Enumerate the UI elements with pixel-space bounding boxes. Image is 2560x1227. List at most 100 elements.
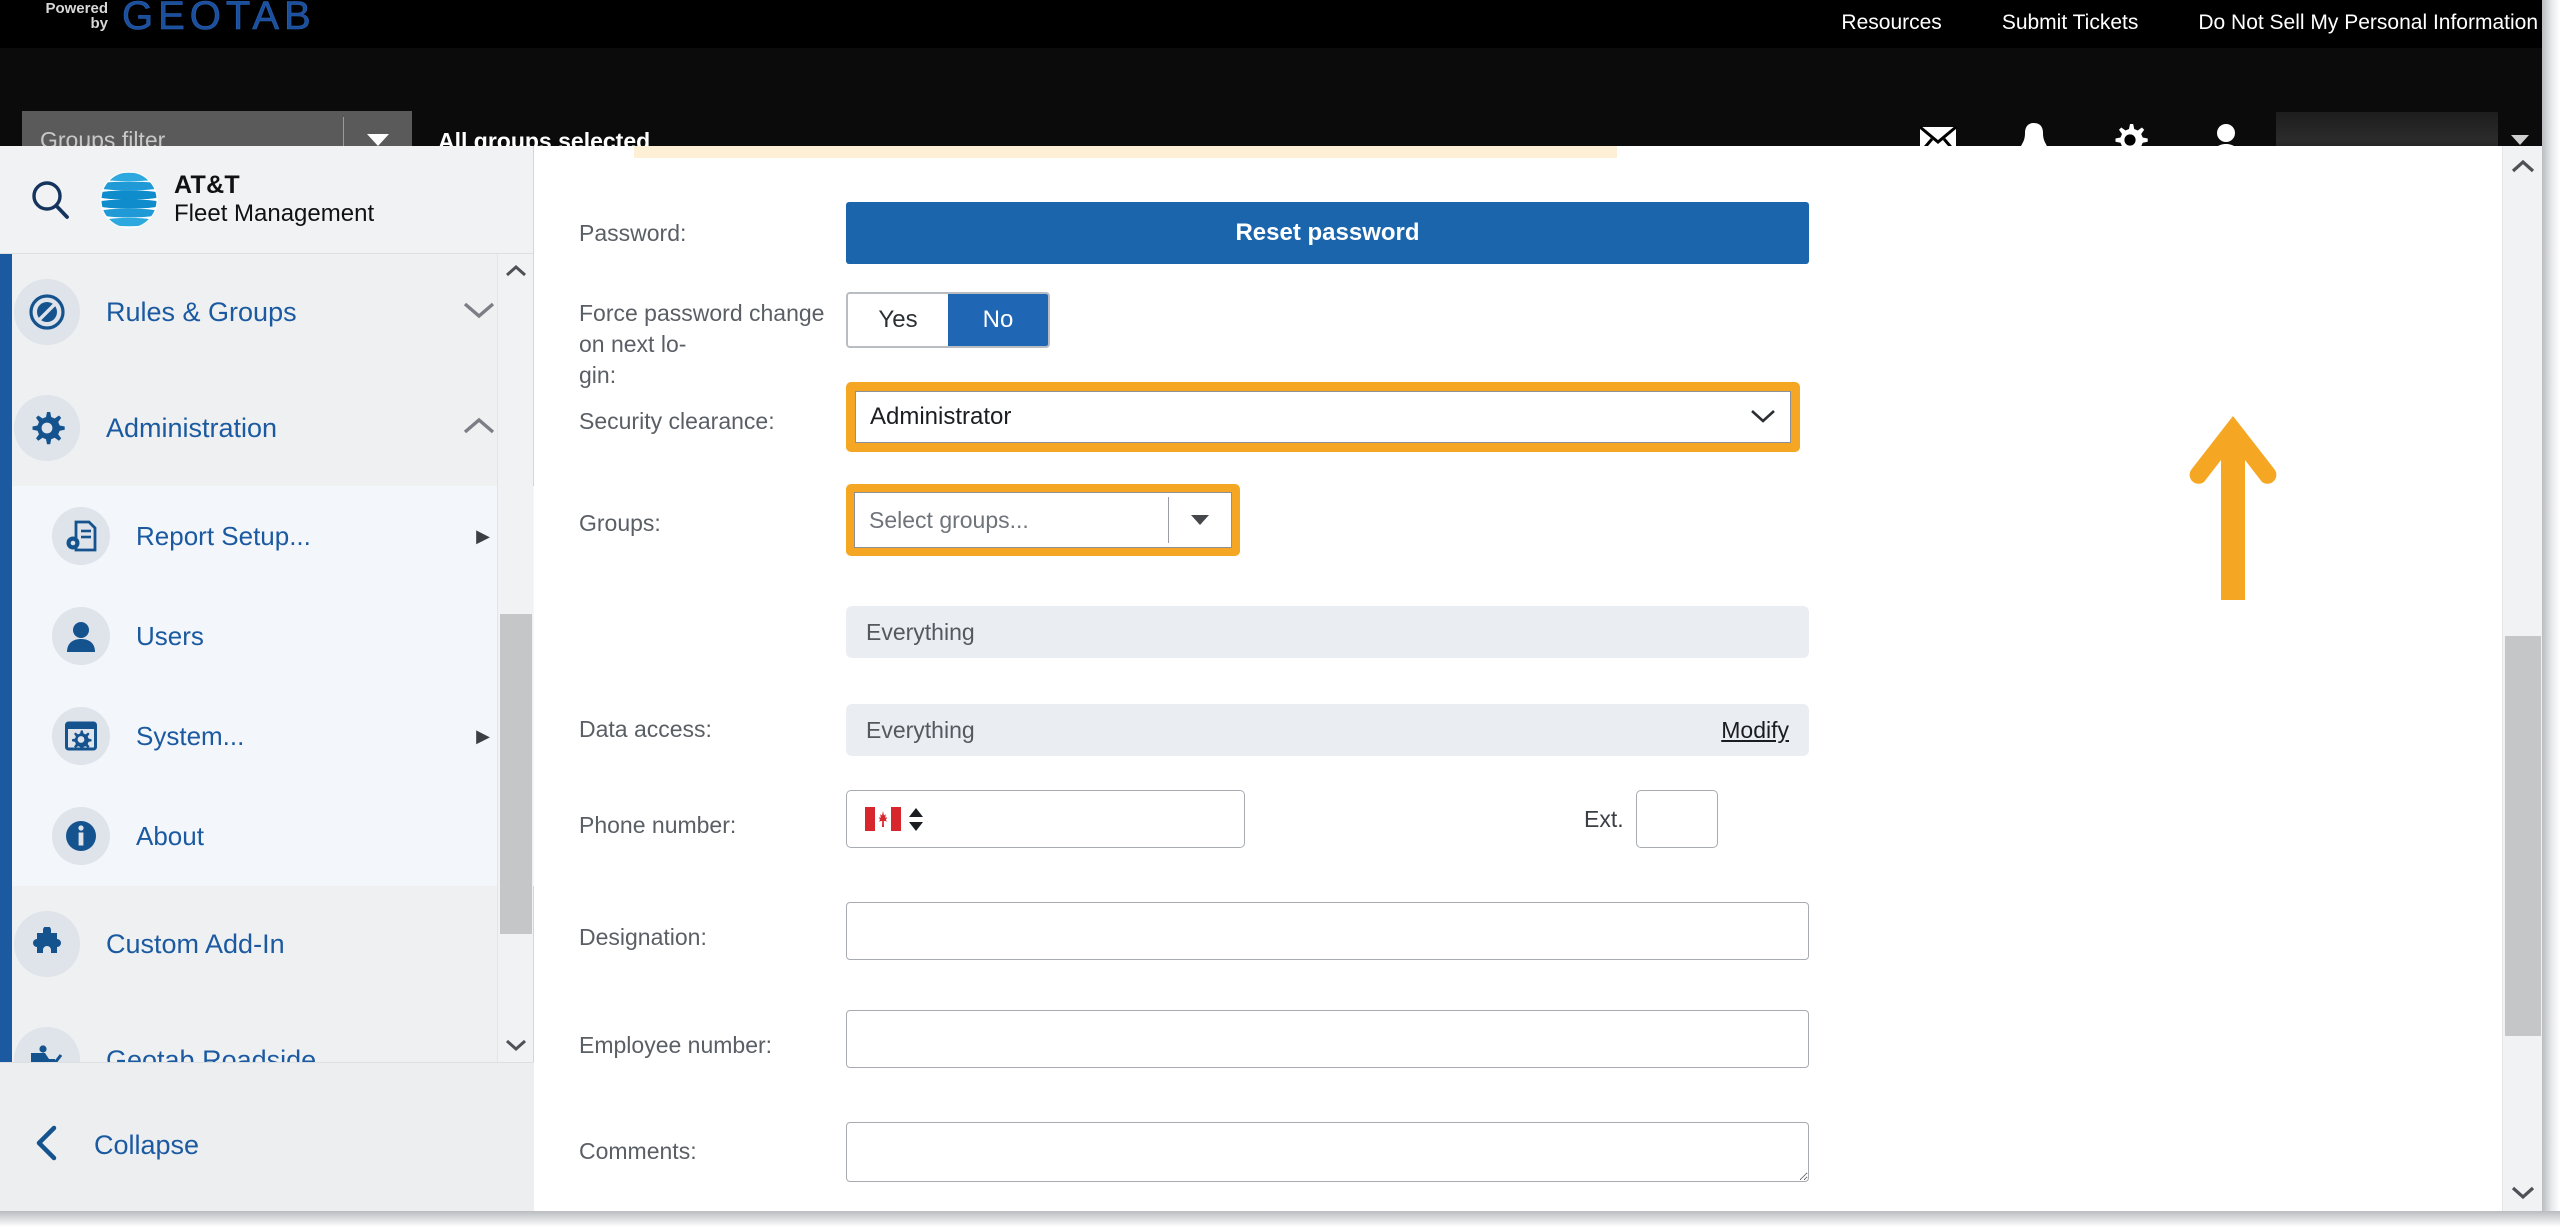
password-label: Password: (579, 220, 687, 246)
data-access-pill: Everything Modify (846, 704, 1809, 756)
data-access-value: Everything (866, 716, 975, 743)
report-setup-icon (52, 507, 110, 565)
form-row-force-password-change: Force password change on next lo- gin: Y… (535, 262, 2498, 388)
groups-placeholder: Select groups... (869, 506, 1029, 533)
info-icon (52, 807, 110, 865)
chevron-left-icon (34, 1125, 60, 1166)
app-window: Powered by GEOTAB Resources Submit Ticke… (0, 0, 2560, 1227)
force-password-change-toggle[interactable]: Yes No (846, 292, 1050, 348)
canada-flag-icon[interactable] (865, 807, 901, 831)
phone-number-input[interactable] (846, 790, 1245, 848)
security-clearance-label: Security clearance: (579, 408, 775, 434)
reset-password-button[interactable]: Reset password (846, 202, 1809, 264)
data-access-label: Data access: (579, 716, 712, 742)
security-clearance-highlight: Administrator (846, 382, 1800, 452)
sidebar-item-rules-groups[interactable]: Rules & Groups (0, 254, 534, 370)
nav-do-not-sell[interactable]: Do Not Sell My Personal Information (2198, 11, 2538, 35)
ext-input[interactable] (1636, 790, 1718, 848)
employee-number-label: Employee number: (579, 1032, 773, 1058)
groups-highlight: Select groups... (846, 484, 1240, 556)
chevron-right-icon[interactable]: ▶ (476, 526, 490, 547)
phone-number-label: Phone number: (579, 812, 737, 838)
sidebar-scrollbar-thumb[interactable] (500, 614, 532, 934)
top-bar: Powered by GEOTAB Resources Submit Ticke… (0, 0, 2560, 48)
toggle-option-yes[interactable]: Yes (848, 294, 948, 346)
search-icon[interactable] (0, 178, 100, 222)
sidebar-item-users[interactable]: Users (0, 586, 534, 686)
designation-input[interactable] (846, 902, 1809, 960)
sidebar-item-custom-add-in[interactable]: Custom Add-In (0, 886, 534, 1002)
geotab-logo: GEOTAB (122, 0, 316, 38)
sidebar-item-label: About (136, 820, 204, 851)
sub-bar: Groups filter All groups selected (0, 48, 2560, 169)
sidebar-item-administration[interactable]: Administration (0, 370, 534, 486)
country-selector-stepper[interactable] (909, 807, 923, 831)
sidebar-item-report-setup[interactable]: Report Setup... ▶ (0, 486, 534, 586)
system-icon (52, 707, 110, 765)
form-row-comments: Comments: (535, 1114, 2498, 1204)
comments-label: Comments: (579, 1138, 697, 1164)
form-row-password: Password: Reset password (535, 146, 2498, 264)
scroll-down-icon[interactable] (2503, 1172, 2543, 1212)
sidebar-subnav-administration: Report Setup... ▶ Users System... ▶ Abou… (0, 254, 534, 1062)
sidebar-header: AT&T Fleet Management (0, 146, 533, 254)
powered-by-line2: by (90, 15, 108, 32)
sidebar-item-geotab-roadside[interactable]: Geotab Roadside (0, 1002, 534, 1062)
rules-icon (14, 279, 80, 345)
sidebar-item-about[interactable]: About (0, 786, 534, 886)
sidebar-item-label: Administration (106, 412, 278, 443)
employee-number-input[interactable] (846, 1010, 1809, 1068)
att-logo-text: AT&T Fleet Management (174, 171, 374, 227)
powered-by-text: Powered by (30, 1, 108, 31)
tow-truck-icon (14, 1027, 80, 1062)
sidebar-item-system[interactable]: System... ▶ (0, 686, 534, 786)
chevron-up-icon[interactable] (462, 416, 496, 441)
att-fleet-management-logo: AT&T Fleet Management (100, 171, 374, 229)
collapse-label: Collapse (94, 1129, 200, 1160)
sidebar-item-label: Custom Add-In (106, 928, 285, 959)
toggle-option-no[interactable]: No (948, 294, 1048, 346)
window-edge-right (2542, 0, 2560, 1227)
chevron-down-icon[interactable] (462, 300, 496, 325)
sidebar-item-label: Users (136, 620, 204, 651)
sidebar-collapse-button[interactable]: Collapse (0, 1062, 534, 1227)
comments-textarea[interactable] (846, 1122, 1809, 1182)
security-clearance-select[interactable]: Administrator (855, 391, 1791, 443)
sidebar-item-label: Rules & Groups (106, 296, 297, 327)
page-scrollbar[interactable] (2502, 146, 2542, 1212)
powered-by-line1: Powered (45, 0, 108, 17)
security-clearance-value: Administrator (870, 403, 1012, 430)
groups-select[interactable]: Select groups... (854, 492, 1232, 548)
gear-icon (14, 395, 80, 461)
top-nav: Resources Submit Tickets Do Not Sell My … (1841, 8, 2538, 38)
ext-label: Ext. (1584, 806, 1624, 832)
window-edge-bottom (0, 1211, 2560, 1227)
main-content: Password: Reset password Force password … (535, 146, 2498, 1212)
groups-selected-value: Everything (866, 618, 975, 645)
chevron-down-icon[interactable] (1169, 493, 1231, 547)
page-scrollbar-thumb[interactable] (2505, 636, 2541, 1036)
chevron-down-icon[interactable] (1750, 403, 1776, 431)
sidebar-nav-list: Rules & Groups Administration Report Set… (0, 254, 534, 1062)
att-logo-line2: Fleet Management (174, 200, 375, 228)
nav-submit-tickets[interactable]: Submit Tickets (2002, 11, 2139, 35)
scroll-up-icon[interactable] (498, 254, 534, 288)
designation-label: Designation: (579, 924, 707, 950)
chevron-right-icon[interactable]: ▶ (476, 726, 490, 747)
scroll-down-icon[interactable] (498, 1028, 534, 1062)
up-arrow-annotation (2185, 408, 2281, 613)
puzzle-icon (14, 911, 80, 977)
form-row-employee-number: Employee number: (535, 1008, 2498, 1114)
form-row-data-access: Data access: Everything Modify (535, 682, 2498, 790)
force-password-change-label-line1: Force password change on next lo- (579, 300, 825, 357)
sidebar: AT&T Fleet Management Rules & Groups Adm… (0, 146, 534, 1227)
sidebar-item-label: System... (136, 720, 245, 751)
groups-selected-pill: Everything (846, 606, 1809, 658)
data-access-modify-link[interactable]: Modify (1721, 717, 1789, 744)
sidebar-scrollbar[interactable] (497, 254, 533, 1062)
att-logo-line1: AT&T (174, 171, 240, 200)
nav-resources[interactable]: Resources (1841, 11, 1941, 35)
sidebar-item-label: Report Setup... (136, 520, 311, 551)
scroll-up-icon[interactable] (2503, 146, 2543, 186)
form-row-designation: Designation: (535, 900, 2498, 1008)
